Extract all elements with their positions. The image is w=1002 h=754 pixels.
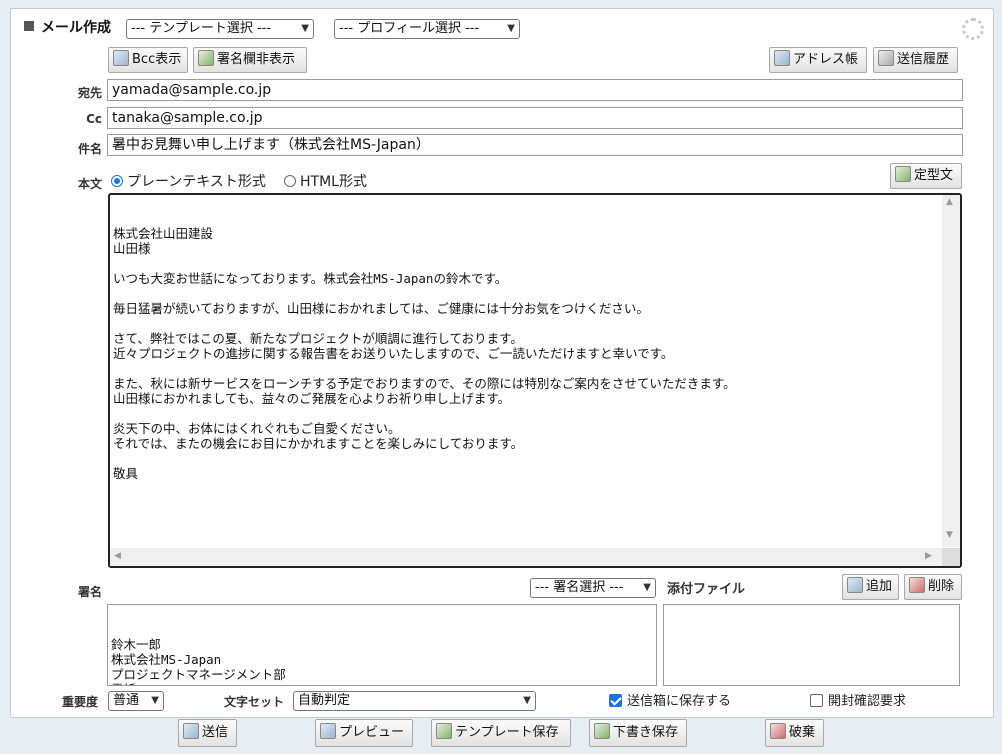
discard-label: 破棄: [789, 725, 816, 740]
preview-label: プレビュー: [339, 725, 405, 740]
signature-toggle-button[interactable]: 署名欄非表示: [193, 47, 307, 73]
fixed-text-icon: [895, 166, 911, 182]
send-history-label: 送信履歴: [897, 52, 950, 67]
signature-textarea[interactable]: 鈴木一郎 株式会社MS-Japan プロジェクトマネージメント部 電話: 03-…: [107, 604, 657, 686]
send-mail-icon: [183, 723, 199, 739]
preview-button[interactable]: プレビュー: [315, 719, 413, 747]
bcc-button[interactable]: Bcc表示: [108, 47, 188, 73]
address-book-label: アドレス帳: [793, 52, 859, 67]
draft-save-button[interactable]: 下書き保存: [589, 719, 687, 747]
send-button[interactable]: 送信: [178, 719, 237, 747]
profile-select[interactable]: --- プロフィール選択 --- ▼: [334, 19, 520, 39]
attachment-delete-button[interactable]: 削除: [904, 574, 962, 600]
signature-label: 署名: [77, 585, 102, 599]
fixed-text-button[interactable]: 定型文: [890, 163, 962, 189]
address-book-icon: [774, 50, 790, 66]
draft-save-icon: [594, 723, 610, 739]
checkbox-unchecked-icon: [810, 694, 823, 707]
priority-value: 普通: [113, 693, 140, 708]
preview-icon: [320, 723, 336, 739]
format-html-option[interactable]: HTML形式: [284, 171, 367, 191]
page-title: メール作成: [41, 20, 111, 36]
read-receipt-checkbox[interactable]: 開封確認要求: [810, 690, 906, 709]
signature-text: 鈴木一郎 株式会社MS-Japan プロジェクトマネージメント部 電話: 03-…: [111, 637, 286, 685]
send-label: 送信: [202, 725, 229, 740]
subject-field[interactable]: 暑中お見舞い申し上げます（株式会社MS-Japan）: [107, 134, 963, 156]
body-textarea[interactable]: 株式会社山田建設 山田様 いつも大変お世話になっております。株式会社MS-Jap…: [108, 193, 962, 568]
priority-select[interactable]: 普通 ▼: [108, 691, 164, 711]
template-save-button[interactable]: テンプレート保存: [431, 719, 571, 747]
attachment-add-button[interactable]: 追加: [842, 574, 899, 600]
send-history-button[interactable]: 送信履歴: [873, 47, 958, 73]
scroll-corner: [942, 548, 960, 566]
discard-icon: [770, 723, 786, 739]
chevron-down-icon: ▼: [151, 695, 159, 706]
template-save-icon: [436, 723, 452, 739]
profile-select-value: --- プロフィール選択 ---: [339, 21, 480, 36]
horizontal-scrollbar[interactable]: [110, 548, 942, 566]
format-html-label: HTML形式: [300, 174, 367, 190]
to-label: 宛先: [77, 86, 102, 100]
template-select[interactable]: --- テンプレート選択 --- ▼: [126, 19, 314, 39]
attachment-list[interactable]: [663, 604, 960, 686]
format-plain-option[interactable]: プレーンテキスト形式: [111, 171, 266, 191]
read-receipt-label: 開封確認要求: [828, 694, 907, 709]
signature-icon: [198, 50, 214, 66]
signature-select[interactable]: --- 署名選択 --- ▼: [530, 578, 656, 598]
scroll-left-icon[interactable]: ◀: [114, 551, 121, 561]
scroll-down-icon[interactable]: ▼: [946, 530, 953, 540]
charset-label: 文字セット: [224, 695, 285, 709]
save-to-sent-checkbox[interactable]: 送信箱に保存する: [609, 690, 731, 709]
signature-select-value: --- 署名選択 ---: [535, 580, 624, 595]
scroll-right-icon[interactable]: ▶: [925, 551, 932, 561]
fixed-text-label: 定型文: [914, 168, 954, 183]
history-book-icon: [878, 50, 894, 66]
radio-unselected-icon: [284, 175, 296, 187]
charset-select[interactable]: 自動判定 ▼: [293, 691, 536, 711]
to-field[interactable]: yamada@sample.co.jp: [107, 79, 963, 101]
paperclip-add-icon: [847, 577, 863, 593]
bcc-button-label: Bcc表示: [132, 52, 182, 67]
priority-label: 重要度: [62, 695, 99, 709]
loading-spinner-icon: [962, 18, 984, 40]
chevron-down-icon: ▼: [301, 23, 309, 34]
subject-label: 件名: [77, 142, 102, 156]
checkbox-checked-icon: [609, 694, 622, 707]
edit-icon: [113, 50, 129, 66]
chevron-down-icon: ▼: [507, 23, 515, 34]
chevron-down-icon: ▼: [523, 695, 531, 706]
collapse-square-icon[interactable]: [24, 21, 34, 31]
discard-button[interactable]: 破棄: [765, 719, 824, 747]
address-book-button[interactable]: アドレス帳: [769, 47, 867, 73]
chevron-down-icon: ▼: [643, 582, 651, 593]
body-label: 本文: [77, 177, 102, 191]
attachment-add-label: 追加: [866, 579, 893, 594]
save-to-sent-label: 送信箱に保存する: [627, 694, 732, 709]
attachments-label: 添付ファイル: [667, 582, 746, 597]
vertical-scrollbar[interactable]: [942, 195, 960, 547]
cc-label: Cc: [86, 112, 102, 126]
draft-save-label: 下書き保存: [613, 725, 679, 740]
template-save-label: テンプレート保存: [455, 725, 559, 740]
signature-toggle-label: 署名欄非表示: [217, 52, 296, 67]
attachment-delete-label: 削除: [928, 579, 955, 594]
cc-field[interactable]: tanaka@sample.co.jp: [107, 107, 963, 129]
template-select-value: --- テンプレート選択 ---: [131, 21, 272, 36]
scroll-up-icon[interactable]: ▲: [946, 197, 953, 207]
body-text: 株式会社山田建設 山田様 いつも大変お世話になっております。株式会社MS-Jap…: [113, 226, 736, 481]
radio-selected-icon: [111, 175, 123, 187]
charset-value: 自動判定: [298, 693, 351, 708]
format-plain-label: プレーンテキスト形式: [127, 174, 266, 190]
paperclip-remove-icon: [909, 577, 925, 593]
